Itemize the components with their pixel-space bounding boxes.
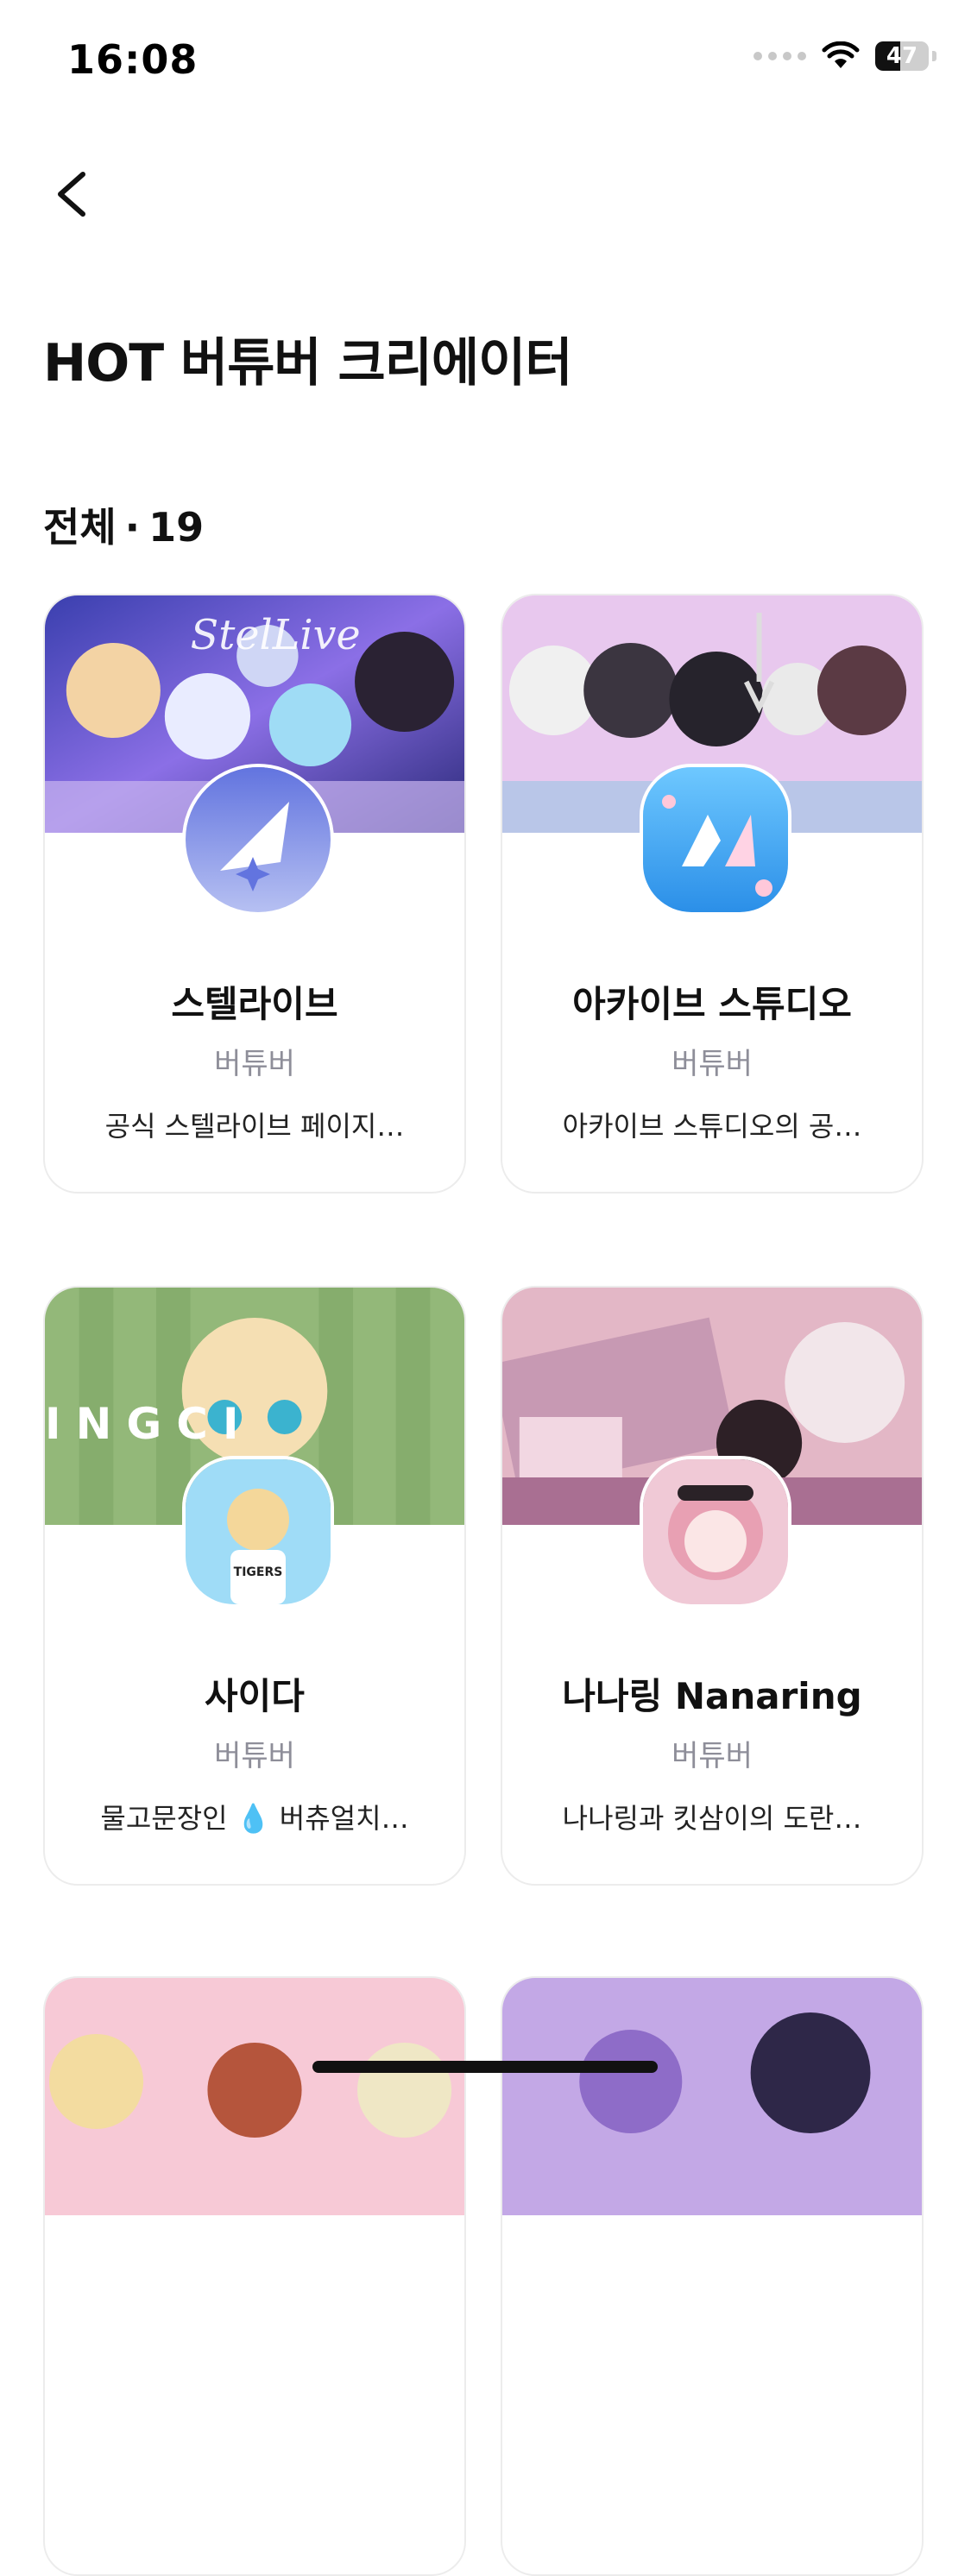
page-title: HOT 버튜버 크리에이터 <box>43 333 573 394</box>
creator-category: 버튜버 <box>214 1047 295 1081</box>
signal-dots-icon <box>753 52 806 60</box>
back-button[interactable] <box>43 164 104 224</box>
status-icons: 47 <box>753 41 936 71</box>
creator-category: 버튜버 <box>672 1047 753 1081</box>
battery-level: 47 <box>886 43 918 69</box>
creator-description: 물고문장인 💧 버츄얼치… <box>100 1802 409 1835</box>
creator-category: 버튜버 <box>214 1739 295 1773</box>
wifi-icon <box>822 41 860 68</box>
svg-text:TIGERS: TIGERS <box>234 1565 283 1579</box>
creator-name: 나나링 Nanaring <box>562 1675 862 1717</box>
creator-card[interactable]: 나나링 Nanaring 버튜버 나나링과 킷삼이의 도란… <box>501 1286 924 1886</box>
creator-card[interactable]: StelLive 스텔라이브 버튜버 공식 스텔라이브 페이지… <box>43 594 466 1194</box>
creator-card[interactable]: 아카이브 스튜디오 버튜버 아카이브 스튜디오의 공… <box>501 594 924 1194</box>
creator-description: 나나링과 킷삼이의 도란… <box>562 1802 862 1835</box>
creator-avatar: TIGERS <box>182 1456 334 1608</box>
creator-name: 사이다 <box>205 1675 305 1717</box>
back-arrow-icon <box>58 172 85 217</box>
battery-icon: 47 <box>875 41 929 71</box>
creator-avatar <box>640 764 791 916</box>
creator-description: 공식 스텔라이브 페이지… <box>104 1110 405 1143</box>
count-value: 19 <box>148 504 205 551</box>
svg-text:StelLive: StelLive <box>191 612 361 659</box>
creator-card[interactable]: I N G C I TIGERS 사이다 버튜버 물고문장인 💧 버츄얼치… <box>43 1286 466 1886</box>
count-separator: · <box>124 504 141 551</box>
creator-name: 스텔라이브 <box>171 983 338 1025</box>
count-label: 전체 <box>43 504 117 551</box>
home-indicator[interactable] <box>312 2061 658 2073</box>
battery-cap <box>932 51 936 61</box>
creator-name: 아카이브 스튜디오 <box>572 983 852 1025</box>
card-banner-image <box>45 1978 464 2215</box>
creator-avatar <box>182 764 334 916</box>
status-time: 16:08 <box>67 36 199 83</box>
creator-avatar <box>640 1456 791 1608</box>
svg-text:I N G C I: I N G C I <box>45 1399 239 1449</box>
creator-category: 버튜버 <box>672 1739 753 1773</box>
creator-count: 전체 · 19 <box>43 496 204 553</box>
creator-description: 아카이브 스튜디오의 공… <box>562 1110 862 1143</box>
card-banner-image <box>502 1978 922 2215</box>
status-bar: 16:08 47 <box>0 0 971 117</box>
